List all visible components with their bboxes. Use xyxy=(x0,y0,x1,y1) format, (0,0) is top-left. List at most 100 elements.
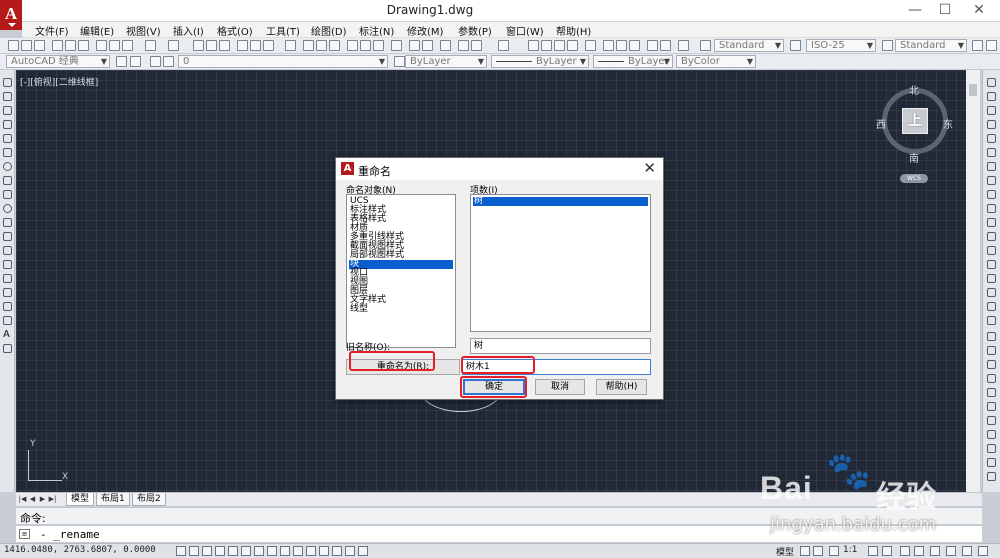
compass-west[interactable]: 西 xyxy=(876,116,886,131)
design-center-icon[interactable] xyxy=(250,40,261,51)
mtext-icon[interactable]: A xyxy=(3,330,12,340)
lineweight-select[interactable]: ByLayer ▼ xyxy=(593,55,673,68)
annotation-visibility-icon[interactable] xyxy=(868,546,878,556)
properties-icon[interactable] xyxy=(237,40,248,51)
workspace-select[interactable]: AutoCAD 经典 ▼ xyxy=(6,55,110,68)
arc-icon[interactable] xyxy=(3,148,12,157)
named-objects-list[interactable]: UCS 标注样式 表格样式 材质 多重引线样式 截面视图样式 局部视图样式 块 … xyxy=(346,194,456,348)
print2-icon[interactable] xyxy=(347,40,358,51)
status-menu-icon[interactable] xyxy=(962,546,972,556)
layer-on-icon[interactable] xyxy=(150,56,161,67)
hardware-acceleration-icon[interactable] xyxy=(930,546,940,556)
save-icon[interactable] xyxy=(34,40,45,51)
prev-tab-arrow-icon[interactable]: ◀ xyxy=(28,494,37,504)
vertical-scrollbar[interactable] xyxy=(966,70,980,492)
dynamic-ucs-icon[interactable] xyxy=(280,546,290,556)
object-snap-tracking-icon[interactable] xyxy=(267,546,277,556)
copy2-icon[interactable] xyxy=(409,40,420,51)
tool-palette-icon[interactable] xyxy=(263,40,274,51)
properties2-icon[interactable] xyxy=(585,40,596,51)
rectangle-icon[interactable] xyxy=(3,134,12,143)
autocad-logo-icon[interactable]: A xyxy=(0,0,22,30)
dim-aligned-icon[interactable] xyxy=(987,346,996,355)
orbit-icon[interactable] xyxy=(498,40,509,51)
spline-icon[interactable] xyxy=(3,190,12,199)
rename-to-button[interactable]: 重命名为(R): xyxy=(346,359,460,375)
menu-file[interactable]: 文件(F) xyxy=(35,23,69,38)
layer-properties-icon[interactable] xyxy=(130,56,141,67)
model-space-label[interactable]: 模型 xyxy=(776,545,794,558)
gradient-icon[interactable] xyxy=(3,288,12,297)
undo2-icon[interactable] xyxy=(458,40,469,51)
close-window-button[interactable]: ✕ xyxy=(962,0,996,22)
design-center2-icon[interactable] xyxy=(603,40,614,51)
break-icon[interactable] xyxy=(987,246,996,255)
compass-east[interactable]: 东 xyxy=(943,116,953,131)
items-list[interactable]: 树 xyxy=(470,194,651,332)
quick-dim-icon[interactable] xyxy=(987,444,996,453)
annotation-scale-icon[interactable] xyxy=(829,546,839,556)
break-at-point-icon[interactable] xyxy=(987,232,996,241)
help-button[interactable]: 帮助(H) xyxy=(596,379,647,395)
scroll-thumb[interactable] xyxy=(969,84,977,96)
cut2-icon[interactable] xyxy=(391,40,402,51)
markup-icon[interactable] xyxy=(647,40,658,51)
coordinates-readout[interactable]: 1416.0480, 2763.6807, 0.0000 xyxy=(4,545,156,555)
list-item[interactable]: 局部视图样式 xyxy=(349,251,453,260)
undo-icon[interactable] xyxy=(145,40,156,51)
make-block-icon[interactable] xyxy=(3,246,12,255)
menu-view[interactable]: 视图(V) xyxy=(126,23,161,38)
menu-window[interactable]: 窗口(W) xyxy=(506,23,544,38)
ok-button[interactable]: 确定 xyxy=(463,379,525,395)
open-icon[interactable] xyxy=(21,40,32,51)
compass-north[interactable]: 北 xyxy=(909,82,919,97)
menu-modify[interactable]: 修改(M) xyxy=(407,23,443,38)
menu-format[interactable]: 格式(O) xyxy=(217,23,253,38)
erase-icon[interactable] xyxy=(987,78,996,87)
menu-draw[interactable]: 绘图(D) xyxy=(311,23,347,38)
command-prompt-icon[interactable]: ≡ xyxy=(19,529,30,539)
rename-to-field[interactable]: 树木1 xyxy=(462,359,651,375)
new2-icon[interactable] xyxy=(303,40,314,51)
dim-ordinate-icon[interactable] xyxy=(987,374,996,383)
last-tab-arrow-icon[interactable]: ▶| xyxy=(48,494,57,504)
hatch-icon[interactable] xyxy=(3,274,12,283)
region-icon[interactable] xyxy=(3,302,12,311)
more-icon[interactable] xyxy=(986,40,997,51)
join-icon[interactable] xyxy=(987,260,996,269)
quick-properties-icon[interactable] xyxy=(332,546,342,556)
pan-icon[interactable] xyxy=(193,40,204,51)
list-item-selected[interactable]: 树 xyxy=(473,197,648,206)
circle-icon[interactable] xyxy=(3,162,12,171)
maximize-button[interactable]: ☐ xyxy=(928,0,962,22)
trim-icon[interactable] xyxy=(987,204,996,213)
layer-previous-icon[interactable] xyxy=(394,56,405,67)
stretch-icon[interactable] xyxy=(987,190,996,199)
array-icon[interactable] xyxy=(987,134,996,143)
first-tab-arrow-icon[interactable]: |◀ xyxy=(18,494,27,504)
construction-line-icon[interactable] xyxy=(3,92,12,101)
multileader-style-icon[interactable] xyxy=(972,40,983,51)
zoom-icon[interactable] xyxy=(206,40,217,51)
dim-style-icon[interactable] xyxy=(790,40,801,51)
rotate-icon[interactable] xyxy=(987,162,996,171)
offset-icon[interactable] xyxy=(987,120,996,129)
menu-help[interactable]: 帮助(H) xyxy=(556,23,591,38)
dim-angular-icon[interactable] xyxy=(987,430,996,439)
fillet-icon[interactable] xyxy=(987,288,996,297)
viewcube-top-face[interactable]: 上 xyxy=(902,108,928,134)
move-icon[interactable] xyxy=(987,148,996,157)
menu-parametric[interactable]: 参数(P) xyxy=(458,23,492,38)
menu-tools[interactable]: 工具(T) xyxy=(266,23,300,38)
lock-ui-icon[interactable] xyxy=(914,546,924,556)
dim-baseline-icon[interactable] xyxy=(987,458,996,467)
lineweight-toggle-icon[interactable] xyxy=(306,546,316,556)
quickcalc-icon[interactable] xyxy=(660,40,671,51)
clean-screen-icon[interactable] xyxy=(978,546,988,556)
object-snap-icon[interactable] xyxy=(241,546,251,556)
redo-icon[interactable] xyxy=(168,40,179,51)
print-icon[interactable] xyxy=(52,40,63,51)
list-item[interactable]: 线型 xyxy=(349,305,453,314)
sheet-set-icon[interactable] xyxy=(629,40,640,51)
scale-icon[interactable] xyxy=(987,176,996,185)
